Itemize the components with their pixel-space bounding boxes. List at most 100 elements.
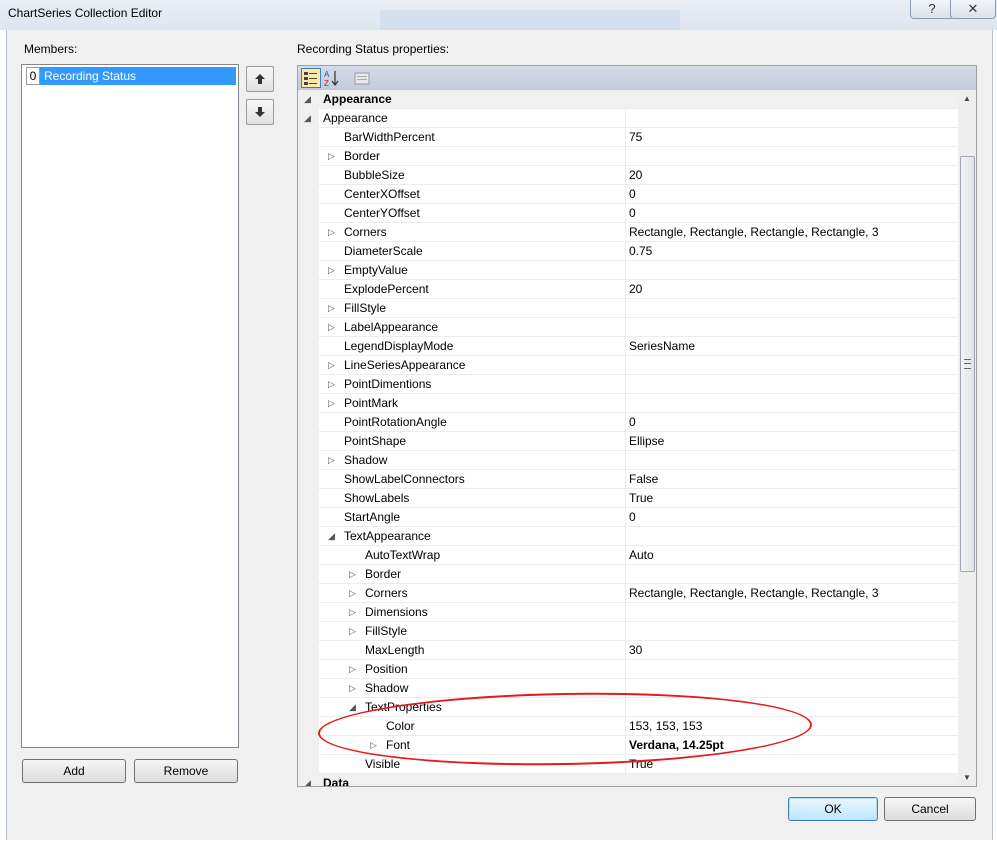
column-divider[interactable] [625,432,626,451]
column-divider[interactable] [625,109,626,128]
column-divider[interactable] [625,679,626,698]
property-value[interactable]: Rectangle, Rectangle, Rectangle, Rectang… [629,584,879,603]
column-divider[interactable] [625,641,626,660]
expand-triangle-icon[interactable]: ▷ [328,299,335,318]
category-row[interactable]: ◢ Appearance [298,90,958,109]
column-divider[interactable] [625,489,626,508]
members-list[interactable]: 0 Recording Status [21,64,239,748]
column-divider[interactable] [625,261,626,280]
ok-button[interactable]: OK [788,797,878,821]
expand-triangle-icon[interactable]: ▷ [328,318,335,337]
property-row[interactable]: Color 153, 153, 153 [298,717,958,736]
property-row[interactable]: ▷ LabelAppearance [298,318,958,337]
collapse-triangle-icon[interactable]: ◢ [349,698,356,717]
property-row[interactable]: ▷ Dimensions [298,603,958,622]
property-row[interactable]: DiameterScale 0.75 [298,242,958,261]
column-divider[interactable] [625,318,626,337]
property-pages-button[interactable] [352,68,372,88]
collapse-triangle-icon[interactable]: ◢ [304,774,311,786]
column-divider[interactable] [625,375,626,394]
expand-triangle-icon[interactable]: ▷ [328,223,335,242]
property-value[interactable]: Verdana, 14.25pt [629,736,724,755]
scroll-down-arrow-icon[interactable]: ▼ [958,769,976,786]
property-row[interactable]: AutoTextWrap Auto [298,546,958,565]
column-divider[interactable] [625,356,626,375]
categorized-button[interactable] [301,68,321,88]
property-value[interactable]: SeriesName [629,337,695,356]
scroll-up-arrow-icon[interactable]: ▲ [958,90,976,107]
remove-button[interactable]: Remove [134,759,238,783]
property-row[interactable]: BarWidthPercent 75 [298,128,958,147]
expand-triangle-icon[interactable]: ▷ [328,375,335,394]
column-divider[interactable] [625,603,626,622]
column-divider[interactable] [625,451,626,470]
property-value[interactable]: 0.75 [629,242,652,261]
expand-triangle-icon[interactable]: ▷ [349,603,356,622]
column-divider[interactable] [625,717,626,736]
expand-triangle-icon[interactable]: ▷ [328,451,335,470]
property-value[interactable]: False [629,470,658,489]
property-row[interactable]: PointRotationAngle 0 [298,413,958,432]
column-divider[interactable] [625,166,626,185]
scrollbar-thumb[interactable] [960,156,975,572]
property-row[interactable]: MaxLength 30 [298,641,958,660]
property-value[interactable]: 0 [629,413,636,432]
property-row[interactable]: ▷ Corners Rectangle, Rectangle, Rectangle,… [298,584,958,603]
column-divider[interactable] [625,394,626,413]
column-divider[interactable] [625,299,626,318]
column-divider[interactable] [625,147,626,166]
property-row[interactable]: ◢ Appearance [298,109,958,128]
property-value[interactable]: 30 [629,641,642,660]
property-row[interactable]: ▷ Position [298,660,958,679]
property-row[interactable]: ▷ Shadow [298,451,958,470]
column-divider[interactable] [625,584,626,603]
property-row[interactable]: ShowLabels True [298,489,958,508]
column-divider[interactable] [625,413,626,432]
property-row[interactable]: ▷ Border [298,565,958,584]
property-row[interactable]: PointShape Ellipse [298,432,958,451]
category-row[interactable]: ◢ Data [298,774,958,786]
column-divider[interactable] [625,755,626,774]
collapse-triangle-icon[interactable]: ◢ [304,109,311,128]
expand-triangle-icon[interactable]: ▷ [349,679,356,698]
column-divider[interactable] [625,736,626,755]
column-divider[interactable] [625,185,626,204]
collapse-triangle-icon[interactable]: ◢ [328,527,335,546]
column-divider[interactable] [625,527,626,546]
expand-triangle-icon[interactable]: ▷ [328,394,335,413]
property-row[interactable]: ▷ Shadow [298,679,958,698]
move-up-button[interactable] [246,66,274,92]
property-row[interactable]: CenterYOffset 0 [298,204,958,223]
property-row[interactable]: ExplodePercent 20 [298,280,958,299]
property-value[interactable]: True [629,755,653,774]
alphabetical-button[interactable]: A Z [322,68,342,88]
property-row[interactable]: ▷ Border [298,147,958,166]
column-divider[interactable] [625,546,626,565]
property-row[interactable]: ▷ Font Verdana, 14.25pt [298,736,958,755]
close-button[interactable]: ✕ [950,0,996,19]
expand-triangle-icon[interactable]: ▷ [349,660,356,679]
help-button[interactable]: ? [910,0,954,19]
expand-triangle-icon[interactable]: ▷ [328,147,335,166]
property-row[interactable]: ▷ PointMark [298,394,958,413]
vertical-scrollbar[interactable]: ▲ ▼ [958,90,976,786]
property-value[interactable]: 75 [629,128,642,147]
property-value[interactable]: Rectangle, Rectangle, Rectangle, Rectang… [629,223,879,242]
collapse-triangle-icon[interactable]: ◢ [304,90,311,109]
property-row[interactable]: ShowLabelConnectors False [298,470,958,489]
column-divider[interactable] [625,242,626,261]
property-value[interactable]: True [629,489,653,508]
property-value[interactable]: 20 [629,280,642,299]
property-row[interactable]: CenterXOffset 0 [298,185,958,204]
column-divider[interactable] [625,660,626,679]
column-divider[interactable] [625,508,626,527]
column-divider[interactable] [625,204,626,223]
property-value[interactable]: 20 [629,166,642,185]
cancel-button[interactable]: Cancel [884,797,976,821]
column-divider[interactable] [625,337,626,356]
property-row[interactable]: ▷ Corners Rectangle, Rectangle, Rectangle,… [298,223,958,242]
property-value[interactable]: 153, 153, 153 [629,717,702,736]
property-value[interactable]: 0 [629,508,636,527]
property-row[interactable]: ▷ LineSeriesAppearance [298,356,958,375]
property-value[interactable]: Ellipse [629,432,664,451]
